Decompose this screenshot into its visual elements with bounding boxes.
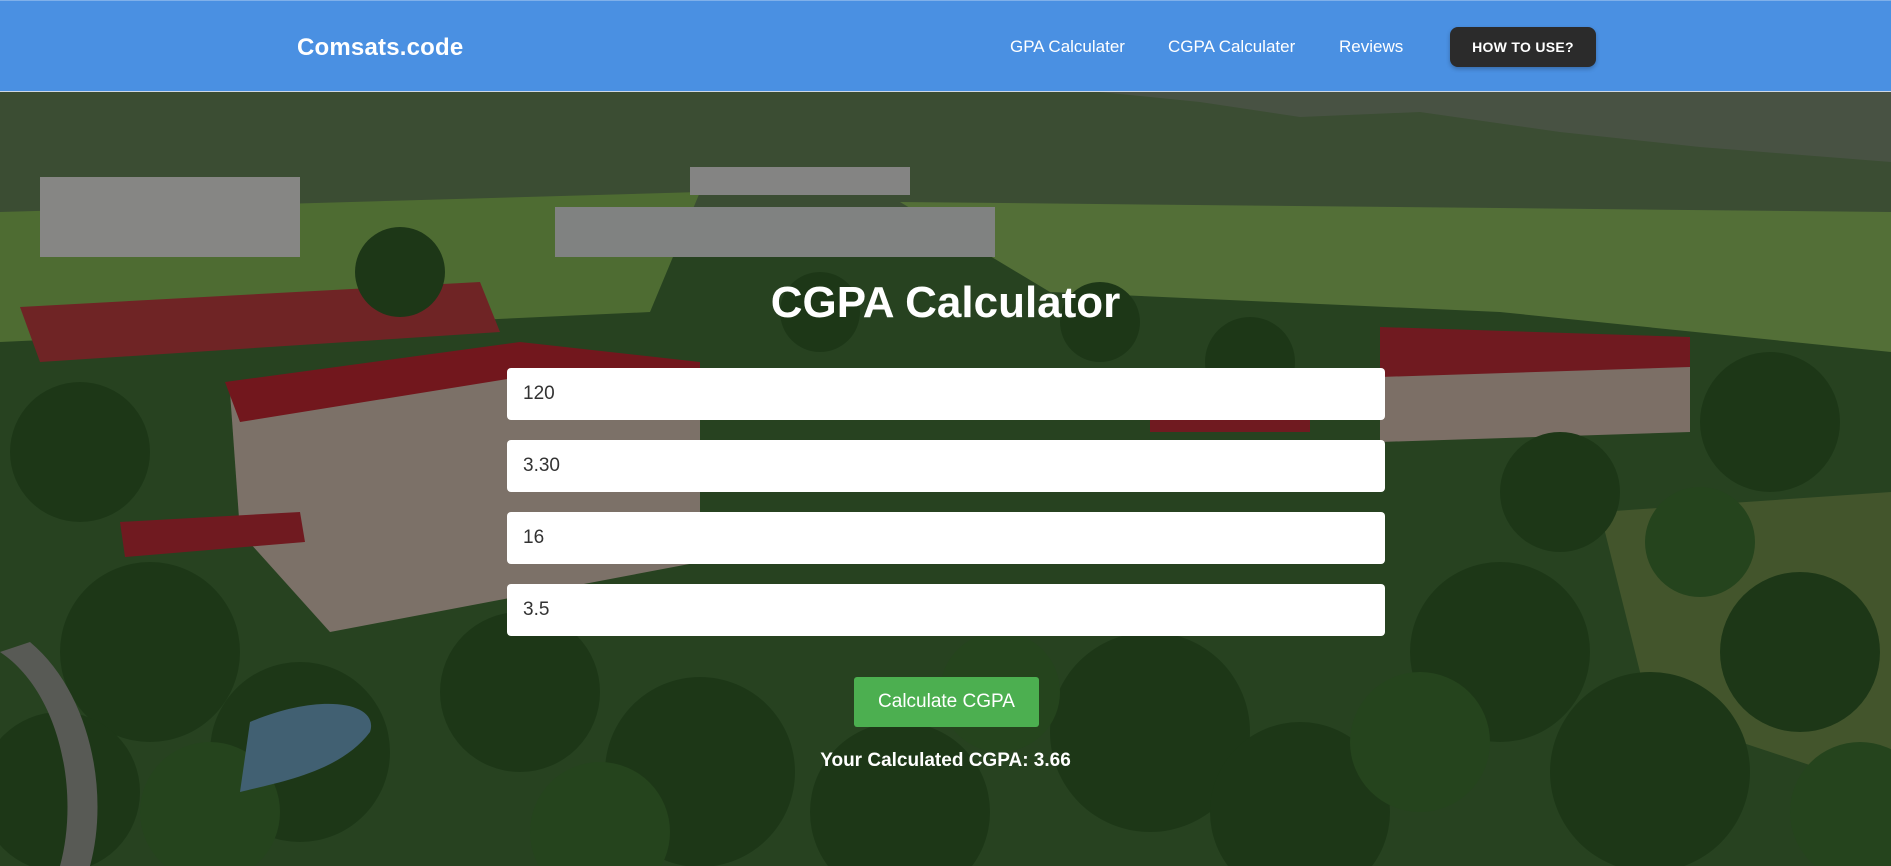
how-to-use-button[interactable]: HOW TO USE? bbox=[1450, 27, 1596, 67]
semester-credit-hours-input[interactable] bbox=[507, 512, 1385, 564]
navbar: Comsats.code GPA Calculater CGPA Calcula… bbox=[0, 0, 1891, 92]
total-credit-hours-input[interactable] bbox=[507, 368, 1385, 420]
nav-link-reviews[interactable]: Reviews bbox=[1339, 37, 1403, 57]
brand-logo[interactable]: Comsats.code bbox=[297, 34, 463, 62]
semester-gpa-input[interactable] bbox=[507, 584, 1385, 636]
hero-section: CGPA Calculator Calculate CGPA Your Calc… bbox=[0, 92, 1891, 866]
nav-link-cgpa-calculater[interactable]: CGPA Calculater bbox=[1168, 37, 1295, 57]
calculate-cgpa-button[interactable]: Calculate CGPA bbox=[854, 677, 1039, 727]
current-cgpa-input[interactable] bbox=[507, 440, 1385, 492]
page-title: CGPA Calculator bbox=[770, 278, 1121, 327]
nav-link-gpa-calculater[interactable]: GPA Calculater bbox=[1010, 37, 1125, 57]
cgpa-result-text: Your Calculated CGPA: 3.66 bbox=[820, 750, 1071, 771]
